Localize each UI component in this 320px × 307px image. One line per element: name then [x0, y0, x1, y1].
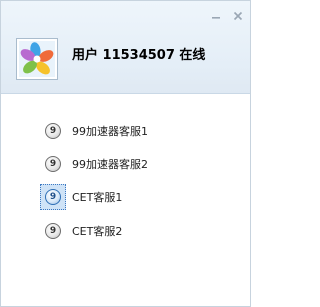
- contact-number-icon: 9: [45, 189, 61, 205]
- contact-number-icon: 9: [45, 123, 61, 139]
- contact-label: 99加速器客服2: [72, 158, 148, 171]
- user-status-title: 用户 11534507 在线: [72, 48, 206, 63]
- contact-number-icon: 9: [45, 223, 61, 239]
- colorful-petals-avatar-icon: [19, 41, 55, 77]
- selection-focus: 9: [40, 184, 66, 210]
- chat-window: 用户 11534507 在线 9 99加速器客服1 9 99加速器客服2 9 C…: [0, 0, 251, 307]
- minimize-icon[interactable]: [210, 10, 222, 22]
- close-icon[interactable]: [232, 10, 244, 22]
- window-controls: [210, 9, 244, 23]
- contact-number-icon: 9: [45, 156, 61, 172]
- contact-label: CET客服2: [72, 225, 123, 238]
- contact-item-cet-service-2[interactable]: 9 CET客服2: [45, 220, 122, 242]
- contact-item-99-service-1[interactable]: 9 99加速器客服1: [45, 120, 148, 142]
- contact-label: CET客服1: [72, 191, 123, 204]
- contact-item-cet-service-1[interactable]: 9 CET客服1: [40, 184, 123, 210]
- avatar[interactable]: [16, 38, 58, 80]
- contact-label: 99加速器客服1: [72, 125, 148, 138]
- contact-item-99-service-2[interactable]: 9 99加速器客服2: [45, 153, 148, 175]
- user-header: 用户 11534507 在线: [1, 1, 250, 94]
